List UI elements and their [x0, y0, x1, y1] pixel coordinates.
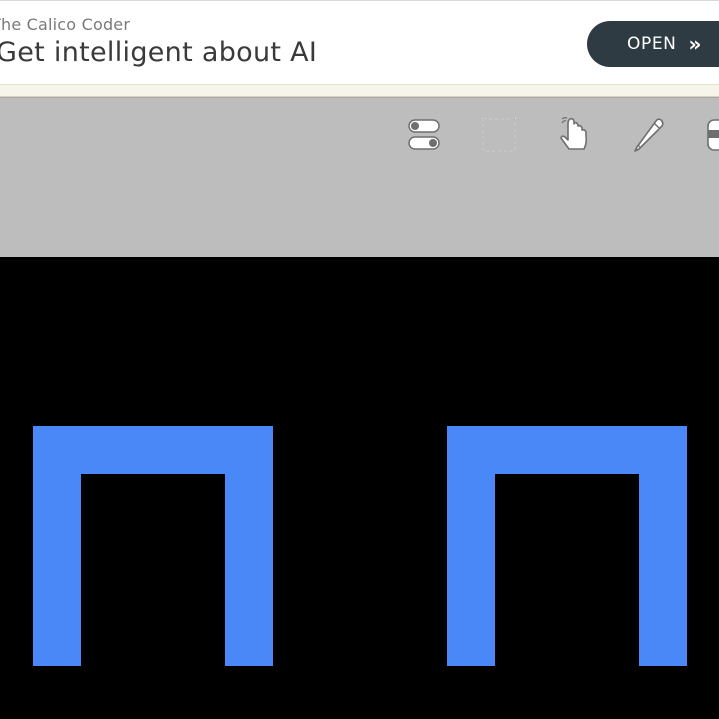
- drawing-canvas[interactable]: [0, 257, 719, 719]
- double-chevron-right-icon: »: [688, 32, 702, 56]
- arch-left-right-leg: [225, 426, 273, 666]
- ad-open-label: OPEN: [627, 34, 677, 54]
- arch-right-left-leg: [447, 426, 495, 666]
- ad-headline[interactable]: Get intelligent about AI: [0, 37, 317, 68]
- banner-divider: [0, 84, 719, 97]
- arch-left-left-leg: [33, 426, 81, 666]
- ad-banner[interactable]: The Calico Coder Get intelligent about A…: [0, 0, 719, 85]
- toggle-switches-icon[interactable]: [404, 115, 444, 155]
- pencil-icon[interactable]: [629, 115, 669, 155]
- selection-marquee-icon[interactable]: [479, 115, 519, 155]
- ad-open-button[interactable]: OPEN »: [587, 21, 719, 67]
- ad-source-label: The Calico Coder: [0, 15, 131, 34]
- partial-tool-icon[interactable]: [704, 115, 719, 155]
- touch-hand-icon[interactable]: [554, 115, 594, 155]
- toolbar: [0, 97, 719, 257]
- arch-right-right-leg: [639, 426, 687, 666]
